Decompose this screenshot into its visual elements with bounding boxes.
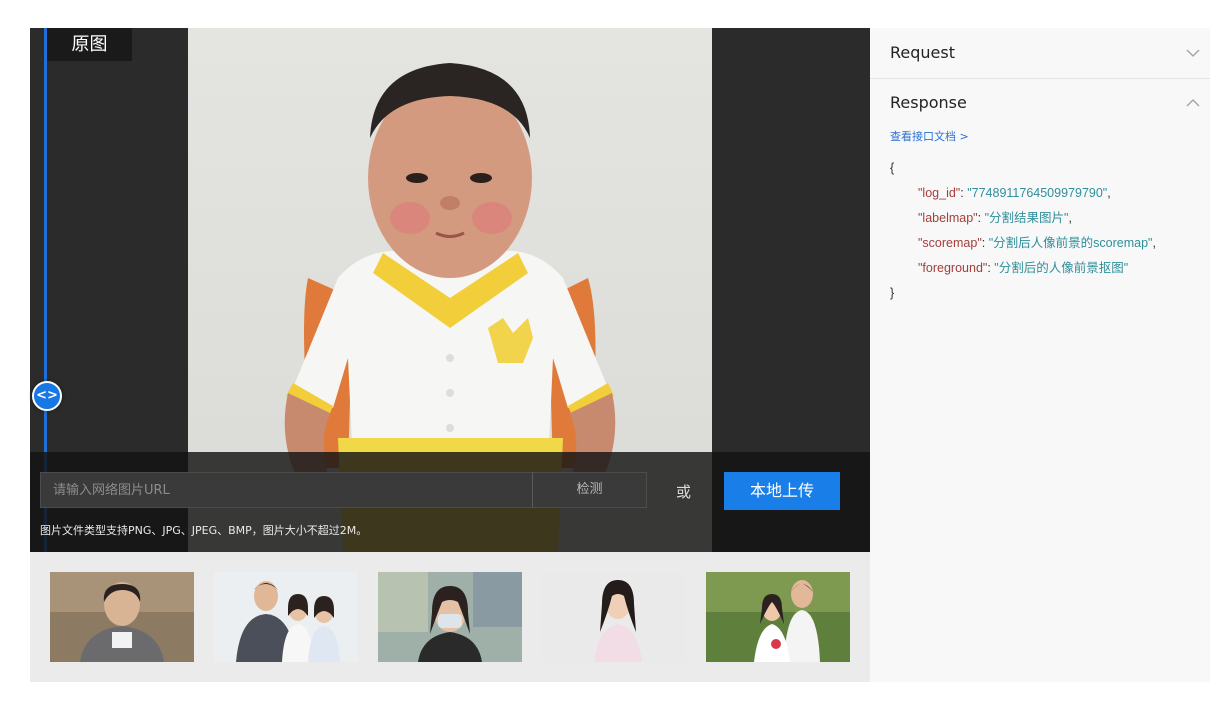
local-upload-button[interactable]: 本地上传: [724, 472, 840, 510]
json-open-brace: {: [890, 161, 895, 175]
chevron-up-icon: [1186, 78, 1200, 149]
sample-thumbnail-4[interactable]: [542, 572, 686, 662]
sample-image-man-with-cup: [50, 572, 194, 662]
api-doc-link[interactable]: 查看接口文档 >: [890, 128, 969, 144]
sample-thumbnail-5[interactable]: [706, 572, 850, 662]
detect-button[interactable]: 检测: [532, 472, 647, 508]
demo-viewer: 原图 检测 或 本地上传 图片文件类型支持PNG、JPG、JPEG、BMP，图片…: [30, 28, 870, 552]
json-close-brace: }: [890, 286, 895, 300]
or-separator: 或: [676, 483, 692, 501]
json-field: "labelmap": "分割结果图片",: [918, 211, 1072, 225]
request-accordion-header[interactable]: Request: [870, 28, 1210, 78]
sample-image-woman-smile: [542, 572, 686, 662]
upload-bar: 检测 或 本地上传 图片文件类型支持PNG、JPG、JPEG、BMP，图片大小不…: [30, 452, 870, 552]
response-json: { "log_id": "7748911764509979790", "labe…: [890, 156, 1156, 306]
sample-image-couple: [706, 572, 850, 662]
request-label: Request: [890, 43, 955, 62]
sample-thumbnail-3[interactable]: [378, 572, 522, 662]
sample-image-woman-mask: [378, 572, 522, 662]
sample-thumbnail-2[interactable]: [214, 572, 358, 662]
file-type-hint: 图片文件类型支持PNG、JPG、JPEG、BMP，图片大小不超过2M。: [40, 524, 368, 537]
sample-image-business-group: [214, 572, 358, 662]
json-field: "log_id": "7748911764509979790",: [918, 186, 1111, 200]
sample-thumbnail-1[interactable]: [50, 572, 194, 662]
json-field: "foreground": "分割后的人像前景抠图": [918, 261, 1129, 275]
image-url-input[interactable]: [40, 472, 533, 508]
response-label: Response: [890, 93, 967, 112]
response-accordion-header[interactable]: Response: [870, 78, 1210, 128]
sample-thumbnails: [30, 552, 870, 682]
api-panel: Request Response 查看接口文档 > { "log_id": "7…: [870, 28, 1210, 682]
json-field: "scoremap": "分割后人像前景的scoremap",: [918, 236, 1156, 250]
compare-slider-handle-icon[interactable]: <>: [32, 381, 62, 411]
original-image-badge: 原图: [47, 28, 132, 61]
